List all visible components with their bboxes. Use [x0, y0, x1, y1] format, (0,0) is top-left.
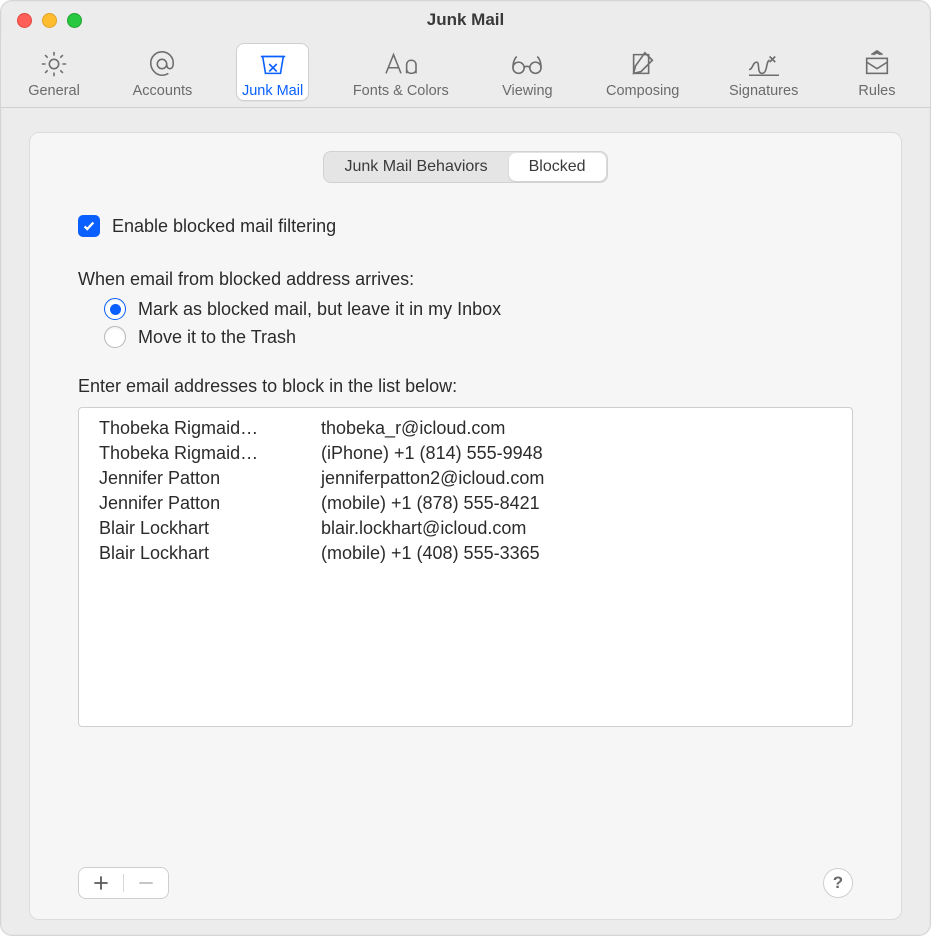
tab-junk-mail-behaviors[interactable]: Junk Mail Behaviors	[324, 152, 507, 182]
toolbar-fonts-colors[interactable]: Fonts & Colors	[347, 43, 455, 101]
blocked-info: (iPhone) +1 (814) 555-9948	[321, 443, 832, 464]
plus-icon	[93, 875, 109, 891]
list-heading: Enter email addresses to block in the li…	[78, 376, 853, 397]
list-item[interactable]: Jennifer Patton jenniferpatton2@icloud.co…	[79, 466, 852, 491]
toolbar-accounts[interactable]: Accounts	[127, 43, 199, 101]
blocked-content: Enable blocked mail filtering When email…	[30, 201, 901, 397]
help-button[interactable]: ?	[823, 868, 853, 898]
junk-mail-icon	[253, 47, 293, 81]
window-title: Junk Mail	[427, 10, 504, 30]
radio-move-to-trash[interactable]	[104, 326, 126, 348]
subtabs: Junk Mail Behaviors Blocked	[323, 151, 607, 183]
zoom-window-button[interactable]	[67, 13, 82, 28]
toolbar-junk-mail[interactable]: Junk Mail	[236, 43, 309, 101]
preferences-window: Junk Mail General Accounts Junk Mail Fo	[0, 0, 931, 936]
enable-blocked-filtering-checkbox[interactable]	[78, 215, 100, 237]
blocked-info: (mobile) +1 (408) 555-3365	[321, 543, 832, 564]
blocked-info: jenniferpatton2@icloud.com	[321, 468, 832, 489]
toolbar-label: Signatures	[729, 83, 798, 99]
tab-blocked[interactable]: Blocked	[509, 153, 606, 181]
gear-icon	[34, 47, 74, 81]
window-controls	[17, 13, 82, 28]
at-sign-icon	[142, 47, 182, 81]
rules-icon	[857, 47, 897, 81]
blocked-name: Jennifer Patton	[99, 468, 299, 489]
add-remove-group	[78, 867, 169, 899]
toolbar-general[interactable]: General	[19, 43, 89, 101]
blocked-name: Thobeka Rigmaid…	[99, 418, 299, 439]
radio-mark-as-blocked[interactable]	[104, 298, 126, 320]
list-item[interactable]: Jennifer Patton (mobile) +1 (878) 555-842…	[79, 491, 852, 516]
radio-move-to-trash-label: Move it to the Trash	[138, 327, 296, 348]
blocked-info: (mobile) +1 (878) 555-8421	[321, 493, 832, 514]
radio-mark-as-blocked-label: Mark as blocked mail, but leave it in my…	[138, 299, 501, 320]
blocked-addresses-list[interactable]: Thobeka Rigmaid…thobeka_r@icloud.comThob…	[78, 407, 853, 727]
glasses-icon	[507, 47, 547, 81]
list-item[interactable]: Thobeka Rigmaid… thobeka_r@icloud.com	[79, 416, 852, 441]
blocked-info: thobeka_r@icloud.com	[321, 418, 832, 439]
toolbar-rules[interactable]: Rules	[842, 43, 912, 101]
panel-footer: ?	[78, 867, 853, 899]
checkmark-icon	[82, 219, 96, 233]
toolbar-label: Fonts & Colors	[353, 83, 449, 99]
minus-icon	[138, 875, 154, 891]
toolbar-label: General	[28, 83, 80, 99]
arrival-heading: When email from blocked address arrives:	[78, 269, 853, 290]
toolbar-label: Accounts	[133, 83, 193, 99]
toolbar-label: Junk Mail	[242, 83, 303, 99]
enable-blocked-filtering-label: Enable blocked mail filtering	[112, 216, 336, 237]
close-window-button[interactable]	[17, 13, 32, 28]
list-item[interactable]: Blair Lockhart blair.lockhart@icloud.com	[79, 516, 852, 541]
blocked-name: Blair Lockhart	[99, 518, 299, 539]
blocked-name: Blair Lockhart	[99, 543, 299, 564]
toolbar-label: Viewing	[502, 83, 553, 99]
minimize-window-button[interactable]	[42, 13, 57, 28]
signature-icon	[744, 47, 784, 81]
add-button[interactable]	[79, 868, 123, 898]
compose-icon	[623, 47, 663, 81]
fonts-icon	[381, 47, 421, 81]
toolbar-viewing[interactable]: Viewing	[492, 43, 562, 101]
toolbar-signatures[interactable]: Signatures	[723, 43, 804, 101]
remove-button[interactable]	[124, 868, 168, 898]
toolbar-label: Composing	[606, 83, 679, 99]
blocked-info: blair.lockhart@icloud.com	[321, 518, 832, 539]
titlebar: Junk Mail	[1, 1, 930, 39]
blocked-panel: Junk Mail Behaviors Blocked Enable block…	[29, 132, 902, 920]
list-item[interactable]: Blair Lockhart (mobile) +1 (408) 555-3365	[79, 541, 852, 566]
toolbar-composing[interactable]: Composing	[600, 43, 685, 101]
blocked-name: Thobeka Rigmaid…	[99, 443, 299, 464]
toolbar-label: Rules	[858, 83, 895, 99]
preferences-toolbar: General Accounts Junk Mail Fonts & Color…	[1, 39, 930, 108]
list-item[interactable]: Thobeka Rigmaid… (iPhone) +1 (814) 555-99…	[79, 441, 852, 466]
blocked-name: Jennifer Patton	[99, 493, 299, 514]
